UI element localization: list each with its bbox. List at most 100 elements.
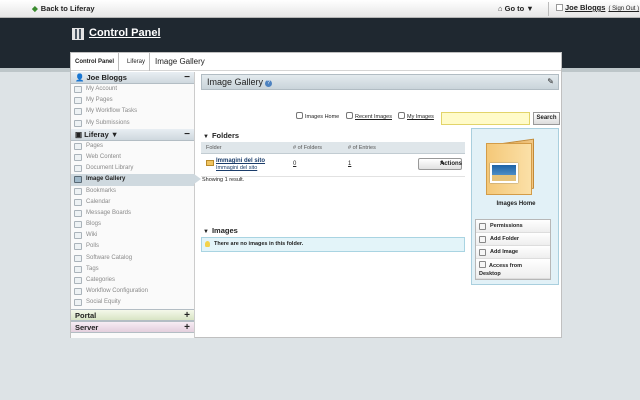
- control-panel-title[interactable]: Control Panel: [89, 27, 161, 39]
- sidebar-item-my-submissions[interactable]: My Submissions: [71, 118, 194, 129]
- sidebar-item-label: Wiki: [86, 232, 98, 239]
- folder-info-box: Images Home Permissions Add Folder Add I…: [471, 128, 559, 285]
- expand-icon[interactable]: +: [184, 322, 190, 333]
- section-title: Joe Bloggs: [86, 73, 127, 82]
- image-gallery-icon: [74, 176, 82, 184]
- sidebar-section-user[interactable]: 👤 Joe Bloggs −: [71, 72, 194, 84]
- workflow-icon: [74, 108, 82, 116]
- folder-count[interactable]: 0: [293, 161, 296, 167]
- wrench-icon[interactable]: ✎: [547, 75, 554, 89]
- sidebar-item-my-workflow-tasks[interactable]: My Workflow Tasks: [71, 106, 194, 117]
- dockbar-separator: [548, 2, 549, 16]
- empty-message-text: There are no images in this folder.: [214, 241, 304, 247]
- home-icon: [296, 112, 303, 119]
- sidebar-item-label: Document Library: [86, 165, 134, 172]
- sidebar-item-wiki[interactable]: Wiki: [71, 230, 194, 241]
- sidebar-item-label: Bookmarks: [86, 187, 117, 194]
- sidebar-item-label: Social Equity: [86, 299, 121, 306]
- empty-message: There are no images in this folder.: [201, 237, 465, 252]
- section-title: Server: [75, 322, 99, 332]
- column-header-entries: # of Entries: [348, 145, 376, 151]
- sidebar-item-label: Message Boards: [86, 209, 132, 216]
- folder-name-link[interactable]: Immagini del sito: [216, 158, 265, 164]
- calendar-icon: [74, 198, 82, 206]
- collapse-icon[interactable]: −: [184, 72, 190, 83]
- photo-icon: [490, 163, 518, 183]
- community-icon: ▣: [75, 129, 85, 139]
- bookmark-icon: [74, 187, 82, 195]
- sidebar-section-liferay[interactable]: ▣ Liferay ▼ −: [71, 128, 194, 141]
- document-icon: [74, 165, 82, 173]
- images-title: Images: [211, 226, 238, 235]
- menu-item-label: Add Folder: [490, 236, 520, 242]
- collapse-icon[interactable]: −: [184, 129, 190, 140]
- folder-icon: [486, 135, 548, 197]
- sidebar-item-web-content[interactable]: Web Content: [71, 152, 194, 163]
- back-to-liferay-link[interactable]: ◆ Back to Liferay: [32, 4, 95, 13]
- sidebar-item-message-boards[interactable]: Message Boards: [71, 208, 194, 219]
- sidebar-item-social-equity[interactable]: Social Equity: [71, 297, 194, 308]
- sidebar-item-label: My Submissions: [86, 119, 130, 126]
- folder-description[interactable]: Immagini del sito: [216, 165, 257, 171]
- sidebar-item-label: Polls: [86, 243, 100, 250]
- sidebar-item-bookmarks[interactable]: Bookmarks: [71, 186, 194, 197]
- images-home-link[interactable]: Images Home: [296, 112, 339, 120]
- sidebar-section-portal[interactable]: Portal +: [71, 308, 194, 321]
- breadcrumb-liferay[interactable]: Liferay: [123, 53, 151, 71]
- sidebar-item-calendar[interactable]: Calendar: [71, 197, 194, 208]
- user-icon: [398, 112, 405, 119]
- add-image-button[interactable]: Add Image: [476, 246, 550, 259]
- sidebar-item-pages[interactable]: Pages: [71, 141, 194, 152]
- sidebar-item-my-account[interactable]: My Account: [71, 84, 194, 95]
- folders-heading: ▼ Folders: [203, 131, 239, 140]
- entry-count[interactable]: 1: [348, 161, 351, 167]
- add-folder-button[interactable]: Add Folder: [476, 233, 550, 246]
- desktop-icon: [479, 261, 486, 268]
- categories-icon: [74, 277, 82, 284]
- sidebar-item-categories[interactable]: Categories: [71, 275, 194, 286]
- dockbar: ◆ Back to Liferay ⌂ Go to ▼ Joe Bloggs( S…: [0, 0, 640, 18]
- help-icon[interactable]: ?: [265, 80, 273, 87]
- expand-icon[interactable]: +: [184, 310, 190, 321]
- sidebar-item-tags[interactable]: Tags: [71, 264, 194, 275]
- breadcrumb-control-panel[interactable]: Control Panel: [71, 53, 120, 71]
- sidebar-section-server[interactable]: Server +: [71, 320, 194, 333]
- sidebar-item-label: Web Content: [86, 153, 121, 160]
- actions-label: Actions: [440, 161, 463, 167]
- user-menu: Joe Bloggs( Sign Out ): [556, 3, 639, 12]
- user-name-link[interactable]: Joe Bloggs: [565, 3, 605, 12]
- sidebar-item-my-pages[interactable]: My Pages: [71, 95, 194, 106]
- column-header-folders: # of Folders: [293, 145, 323, 151]
- sidebar-item-polls[interactable]: Polls: [71, 241, 194, 252]
- sidebar-item-label: Software Catalog: [86, 254, 133, 261]
- workflow-config-icon: [74, 288, 82, 296]
- sidebar-item-blogs[interactable]: Blogs: [71, 219, 194, 230]
- search-input[interactable]: [441, 112, 530, 125]
- table-header: Folder # of Folders # of Entries: [201, 142, 465, 154]
- sign-out-link[interactable]: ( Sign Out ): [608, 6, 639, 12]
- permissions-button[interactable]: Permissions: [476, 220, 550, 233]
- sidebar-item-label: My Pages: [86, 97, 113, 104]
- sidebar-item-document-library[interactable]: Document Library: [71, 163, 194, 174]
- access-from-desktop-button[interactable]: Access from Desktop: [476, 259, 550, 279]
- my-images-link[interactable]: My Images: [398, 112, 434, 120]
- search-button[interactable]: Search: [533, 112, 560, 125]
- goto-label: Go to ▼: [504, 4, 534, 13]
- menu-item-label: Permissions: [490, 223, 523, 229]
- breadcrumb-image-gallery: Image Gallery: [155, 57, 205, 66]
- folder-actions-menu: Permissions Add Folder Add Image Access …: [475, 219, 551, 280]
- recent-images-link[interactable]: Recent Images: [346, 112, 392, 120]
- goto-menu[interactable]: ⌂ Go to ▼: [498, 4, 534, 13]
- sidebar: 👤 Joe Bloggs − My Account My Pages My Wor…: [71, 72, 201, 338]
- sidebar-item-software-catalog[interactable]: Software Catalog: [71, 253, 194, 264]
- sidebar-item-image-gallery[interactable]: Image Gallery: [71, 174, 201, 186]
- software-catalog-icon: [74, 254, 82, 262]
- recent-images-label: Recent Images: [355, 114, 392, 120]
- actions-button[interactable]: ✎ Actions: [418, 158, 462, 170]
- menu-item-label-line2: Desktop: [479, 271, 501, 277]
- section-title: Portal: [75, 310, 97, 320]
- table-row: Immagini del sito Immagini del sito 0 1 …: [201, 155, 465, 177]
- sidebar-item-label: Workflow Configuration: [86, 288, 148, 295]
- page-title: Image Gallery: [207, 77, 264, 87]
- sidebar-item-workflow-configuration[interactable]: Workflow Configuration: [71, 286, 194, 297]
